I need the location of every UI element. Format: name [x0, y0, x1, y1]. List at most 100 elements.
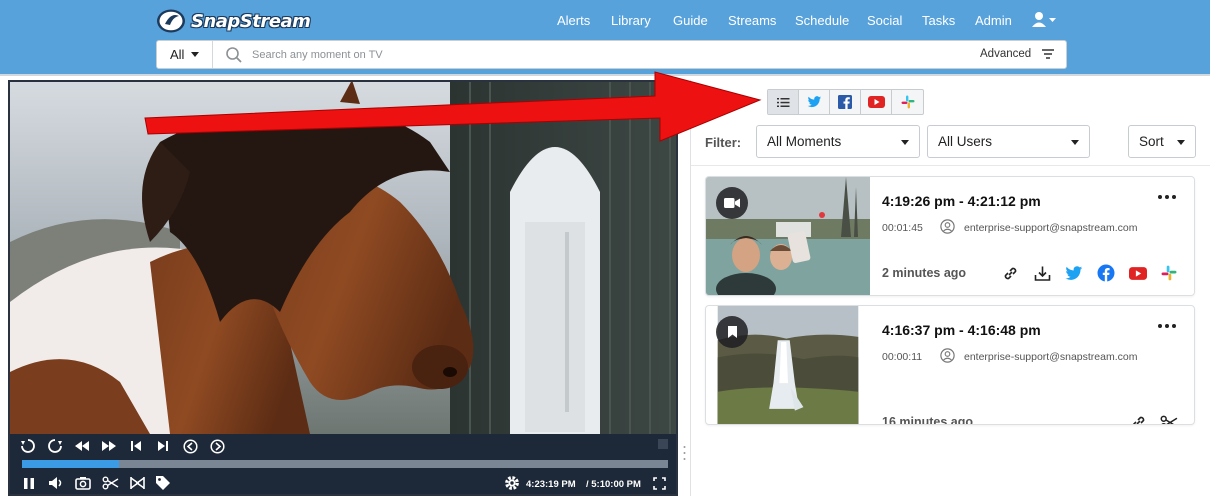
bookmark-icon — [727, 326, 737, 338]
tab-list[interactable] — [768, 90, 799, 114]
facebook-icon — [838, 95, 852, 109]
progress-bar[interactable] — [22, 460, 668, 468]
nav-link-admin[interactable]: Admin — [975, 13, 1012, 28]
end-time: / 5:10:00 PM — [586, 479, 641, 490]
users-filter-value: All Users — [938, 134, 993, 149]
panel-resize-handle[interactable] — [683, 444, 686, 462]
tab-facebook[interactable] — [830, 90, 861, 114]
next-icon[interactable] — [207, 437, 227, 455]
list-icon — [776, 97, 789, 107]
nav-item-library[interactable]: Library — [611, 12, 651, 28]
moment-time-range: 4:16:37 pm - 4:16:48 pm — [882, 322, 1041, 338]
chevron-down-icon — [1177, 140, 1185, 145]
nav-link-alerts[interactable]: Alerts — [557, 13, 590, 28]
moments-filter-select[interactable]: All Moments — [756, 125, 920, 158]
users-filter-select[interactable]: All Users — [927, 125, 1090, 158]
moment-type-badge — [716, 187, 748, 219]
chevron-down-icon — [1049, 18, 1056, 22]
moment-age: 2 minutes ago — [882, 266, 967, 280]
nav-item-tasks[interactable]: Tasks — [922, 12, 955, 28]
nav-item-social[interactable]: Social — [867, 12, 902, 28]
scissors-icon[interactable] — [100, 474, 120, 492]
nav-item-streams[interactable]: Streams — [728, 12, 776, 28]
slack-icon — [901, 95, 914, 109]
share-tabs — [767, 89, 924, 115]
facebook-icon[interactable] — [1096, 263, 1116, 283]
current-time: 4:23:19 PM — [526, 479, 576, 490]
user-menu[interactable] — [1032, 11, 1058, 29]
progress-fill — [22, 460, 119, 468]
youtube-icon[interactable] — [1128, 263, 1148, 283]
moment-user[interactable]: enterprise-support@snapstream.com — [964, 222, 1137, 234]
slack-icon[interactable] — [1159, 263, 1179, 283]
nav-link-tasks[interactable]: Tasks — [922, 13, 955, 28]
tab-youtube[interactable] — [861, 90, 892, 114]
twitter-icon — [807, 96, 821, 108]
fast-rewind-icon[interactable] — [72, 437, 92, 455]
skip-start-icon[interactable] — [126, 437, 146, 455]
moment-duration: 00:01:45 — [882, 222, 923, 234]
settings-icon[interactable] — [503, 474, 521, 492]
youtube-icon — [867, 96, 885, 108]
nav-link-schedule[interactable]: Schedule — [795, 13, 849, 28]
link-icon[interactable] — [1000, 263, 1020, 283]
camera-icon[interactable] — [73, 474, 93, 492]
search-icon — [226, 47, 242, 63]
logo-mark-icon — [156, 8, 188, 34]
chevron-down-icon — [191, 52, 200, 57]
filter-label: Filter: — [705, 135, 742, 150]
more-options-icon[interactable] — [1158, 324, 1182, 332]
video-frame[interactable] — [10, 82, 678, 434]
volume-icon[interactable] — [46, 474, 66, 492]
nav-item-admin[interactable]: Admin — [975, 12, 1012, 28]
user-icon — [1032, 12, 1056, 27]
tab-twitter[interactable] — [799, 90, 830, 114]
moments-panel: Filter: All Moments All Users Sort 4:19:… — [690, 80, 1210, 496]
snapstream-logo[interactable]: SnapStream — [156, 7, 311, 35]
scissors-icon[interactable] — [1159, 412, 1179, 424]
twitter-icon[interactable] — [1064, 263, 1084, 283]
link-icon[interactable] — [1128, 412, 1148, 424]
nav-link-library[interactable]: Library — [611, 13, 651, 28]
moment-user[interactable]: enterprise-support@snapstream.com — [964, 351, 1137, 363]
forward-icon[interactable] — [45, 437, 65, 455]
clip-icon[interactable] — [127, 474, 147, 492]
tag-icon[interactable] — [153, 474, 173, 492]
nav-link-streams[interactable]: Streams — [728, 13, 776, 28]
nav-link-guide[interactable]: Guide — [673, 13, 708, 28]
fullscreen-icon[interactable] — [650, 474, 668, 492]
moment-card[interactable]: 4:16:37 pm - 4:16:48 pm 00:00:11 enterpr… — [705, 305, 1195, 425]
search-scope-dropdown[interactable]: All — [157, 41, 213, 68]
skip-end-icon[interactable] — [153, 437, 173, 455]
video-player: 4:23:19 PM / 5:10:00 PM — [8, 80, 678, 496]
nav-link-social[interactable]: Social — [867, 13, 902, 28]
moment-age: 16 minutes ago — [882, 415, 973, 425]
brand-name: SnapStream — [191, 10, 311, 32]
video-camera-icon — [724, 198, 740, 208]
search-input[interactable] — [252, 45, 852, 64]
nav-item-guide[interactable]: Guide — [673, 12, 708, 28]
filter-icon[interactable] — [1041, 48, 1055, 60]
tab-slack[interactable] — [892, 90, 923, 114]
search-bar: All Advanced — [156, 40, 1067, 69]
more-options-icon[interactable] — [1158, 195, 1182, 203]
sort-select[interactable]: Sort — [1128, 125, 1196, 158]
moment-card[interactable]: 4:19:26 pm - 4:21:12 pm 00:01:45 enterpr… — [705, 176, 1195, 296]
sort-value: Sort — [1139, 134, 1164, 149]
moment-time-range: 4:19:26 pm - 4:21:12 pm — [882, 193, 1041, 209]
moments-filter-value: All Moments — [767, 134, 842, 149]
nav-item-schedule[interactable]: Schedule — [795, 12, 849, 28]
nav-item-alerts[interactable]: Alerts — [557, 12, 590, 28]
panel-divider — [691, 165, 1210, 166]
chevron-down-icon — [901, 140, 909, 145]
caption-toggle-icon[interactable] — [658, 439, 668, 449]
pause-icon[interactable] — [20, 474, 38, 492]
search-scope-label: All — [170, 47, 185, 62]
rewind-icon[interactable] — [18, 437, 38, 455]
moment-type-badge — [716, 316, 748, 348]
prev-icon[interactable] — [180, 437, 200, 455]
fast-forward-icon[interactable] — [99, 437, 119, 455]
top-header: SnapStream Alerts Library Guide Streams … — [0, 0, 1210, 76]
download-icon[interactable] — [1032, 263, 1052, 283]
advanced-search-link[interactable]: Advanced — [980, 48, 1031, 60]
